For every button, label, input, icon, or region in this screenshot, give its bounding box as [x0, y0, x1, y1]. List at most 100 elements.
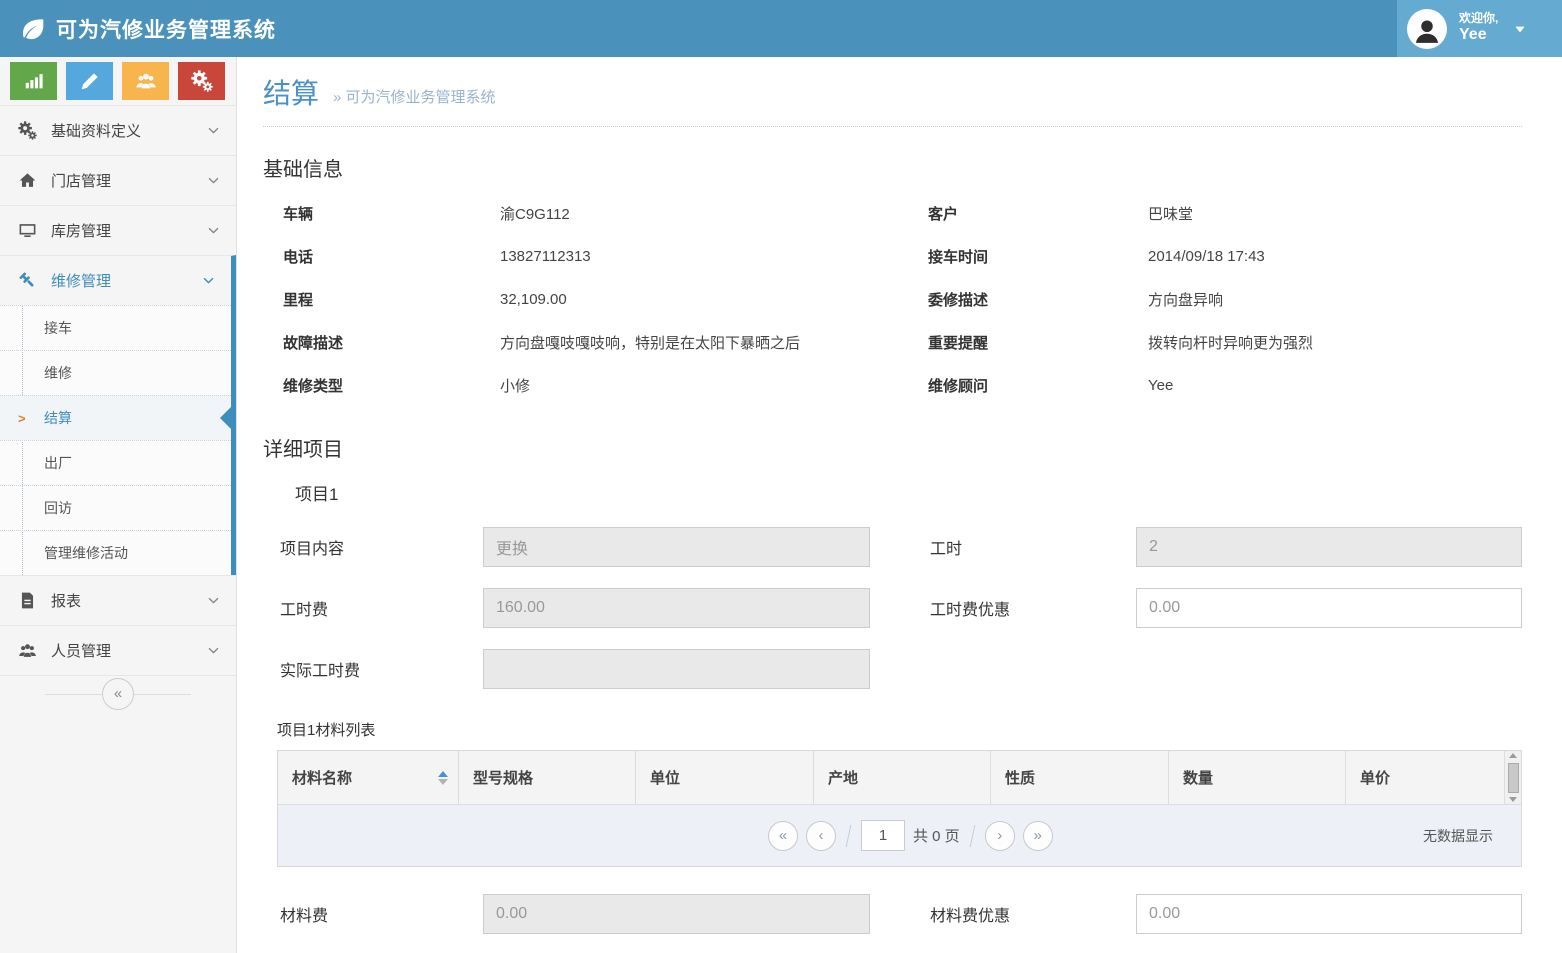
material-fee-input[interactable]	[483, 894, 870, 934]
empty-data-text: 无数据显示	[1423, 826, 1493, 846]
sidebar-item-personnel-mgmt[interactable]: 人员管理	[0, 625, 236, 675]
basic-info-heading: 基础信息	[263, 153, 1522, 182]
sidebar-item-store-mgmt[interactable]: 门店管理	[0, 155, 236, 205]
sidebar-item-label: 库房管理	[51, 220, 207, 241]
next-page-button[interactable]: ›	[985, 821, 1015, 851]
user-menu[interactable]: 欢迎你, Yee	[1397, 0, 1562, 57]
sidebar-item-reports[interactable]: 报表	[0, 575, 236, 625]
column-header-unit[interactable]: 单位	[636, 751, 814, 804]
field-value: 拨转向杆时异响更为强烈	[1148, 321, 1522, 364]
column-header-quantity[interactable]: 数量	[1169, 751, 1346, 804]
materials-list-title: 项目1材料列表	[277, 719, 1522, 740]
field-label: 客户	[928, 192, 1148, 235]
materials-table-header: 材料名称 型号规格 单位 产地 性质 数量 单价	[278, 751, 1521, 804]
pagination-controls: « ‹ 共 0 页 › »	[768, 820, 1053, 851]
field-value: 方向盘嘎吱嘎吱响，特别是在太阳下暴晒之后	[500, 321, 928, 364]
users-button[interactable]	[122, 62, 169, 100]
sidebar: 基础资料定义 门店管理 库房管理 维修管理 接车 维修 > 结算 出厂 回访 管…	[0, 57, 237, 953]
column-header-unit-price[interactable]: 单价	[1346, 751, 1504, 804]
labor-fee-input[interactable]	[483, 588, 870, 628]
material-fee-label: 材料费	[280, 902, 483, 926]
column-label: 产地	[828, 767, 858, 788]
users-icon	[18, 641, 37, 660]
form-row: 工时费 工时费优惠	[263, 588, 1522, 628]
chevron-down-icon	[202, 274, 215, 287]
field-value: 方向盘异响	[1148, 278, 1522, 321]
field-label: 故障描述	[283, 321, 500, 364]
scroll-down-icon[interactable]	[1509, 797, 1517, 802]
previous-page-button[interactable]: ‹	[806, 821, 836, 851]
scrollbar-thumb[interactable]	[1508, 763, 1519, 793]
sort-icon[interactable]	[438, 771, 448, 785]
leaf-logo-icon	[20, 16, 46, 42]
app-title: 可为汽修业务管理系统	[56, 14, 276, 44]
top-header: 可为汽修业务管理系统 欢迎你, Yee	[0, 0, 1562, 57]
table-scrollbar[interactable]	[1504, 751, 1521, 804]
stats-button[interactable]	[10, 62, 57, 100]
chevron-down-icon	[207, 644, 220, 657]
report-file-icon	[18, 591, 37, 610]
app-brand: 可为汽修业务管理系统	[0, 14, 276, 44]
submenu-item-receive-car[interactable]: 接车	[0, 305, 231, 350]
submenu-item-repair[interactable]: 维修	[0, 350, 231, 395]
submenu-item-label: 接车	[44, 318, 72, 338]
field-value: Yee	[1148, 364, 1522, 407]
pagination-divider	[846, 825, 852, 847]
labor-discount-input[interactable]	[1136, 588, 1522, 628]
form-row: 项目内容 工时	[263, 527, 1522, 567]
field-value: 2014/09/18 17:43	[1148, 235, 1522, 278]
gavel-icon	[18, 271, 37, 290]
labor-fee-label: 工时费	[280, 596, 483, 620]
project-title: 项目1	[295, 480, 1522, 505]
material-discount-label: 材料费优惠	[930, 902, 1136, 926]
scroll-up-icon[interactable]	[1509, 753, 1517, 758]
chevron-down-icon	[207, 124, 220, 137]
welcome-line1: 欢迎你,	[1459, 12, 1498, 26]
field-label: 重要提醒	[928, 321, 1148, 364]
sidebar-item-label: 报表	[51, 590, 207, 611]
edit-button[interactable]	[66, 62, 113, 100]
sidebar-collapse-button[interactable]: «	[102, 678, 134, 710]
page-number-input[interactable]	[861, 820, 905, 851]
caret-down-icon	[1512, 21, 1528, 37]
project-content-input[interactable]	[483, 527, 870, 567]
sidebar-item-label: 维修管理	[51, 270, 202, 291]
field-value: 13827112313	[500, 235, 928, 278]
submenu-item-leave-factory[interactable]: 出厂	[0, 440, 231, 485]
field-label: 委修描述	[928, 278, 1148, 321]
submenu-item-label: 出厂	[44, 453, 72, 473]
column-header-origin[interactable]: 产地	[814, 751, 991, 804]
work-hours-label: 工时	[930, 535, 1136, 559]
submenu-item-manage-activities[interactable]: 管理维修活动	[0, 530, 231, 575]
actual-labor-fee-input[interactable]	[483, 649, 870, 689]
submenu-item-settlement[interactable]: > 结算	[0, 395, 231, 440]
sidebar-item-basic-data[interactable]: 基础资料定义	[0, 105, 236, 155]
settings-button[interactable]	[178, 62, 225, 100]
user-avatar	[1407, 9, 1447, 49]
sidebar-item-warehouse-mgmt[interactable]: 库房管理	[0, 205, 236, 255]
bar-chart-icon	[23, 70, 45, 92]
users-icon	[135, 70, 157, 92]
pencil-icon	[79, 70, 101, 92]
last-page-button[interactable]: »	[1023, 821, 1053, 851]
welcome-text: 欢迎你, Yee	[1459, 12, 1498, 44]
chevron-down-icon	[207, 594, 220, 607]
work-hours-input[interactable]	[1136, 527, 1522, 567]
submenu-item-label: 回访	[44, 498, 72, 518]
main-content: 结算 » 可为汽修业务管理系统 基础信息 车辆 渝C9G112 客户 巴味堂 电…	[237, 57, 1562, 953]
material-discount-input[interactable]	[1136, 894, 1522, 934]
detail-items-heading: 详细项目	[263, 433, 1522, 462]
gears-icon	[191, 70, 213, 92]
submenu-item-follow-up[interactable]: 回访	[0, 485, 231, 530]
first-page-button[interactable]: «	[768, 821, 798, 851]
column-header-model-spec[interactable]: 型号规格	[459, 751, 636, 804]
column-header-material-name[interactable]: 材料名称	[278, 751, 459, 804]
field-label: 接车时间	[928, 235, 1148, 278]
submenu-item-label: 管理维修活动	[44, 543, 128, 563]
submenu-item-label: 维修	[44, 363, 72, 383]
repair-submenu: 接车 维修 > 结算 出厂 回访 管理维修活动	[0, 305, 236, 575]
column-label: 数量	[1183, 767, 1213, 788]
sidebar-collapse-row: «	[0, 675, 236, 711]
column-header-property[interactable]: 性质	[991, 751, 1169, 804]
sidebar-item-repair-mgmt[interactable]: 维修管理	[0, 255, 236, 305]
